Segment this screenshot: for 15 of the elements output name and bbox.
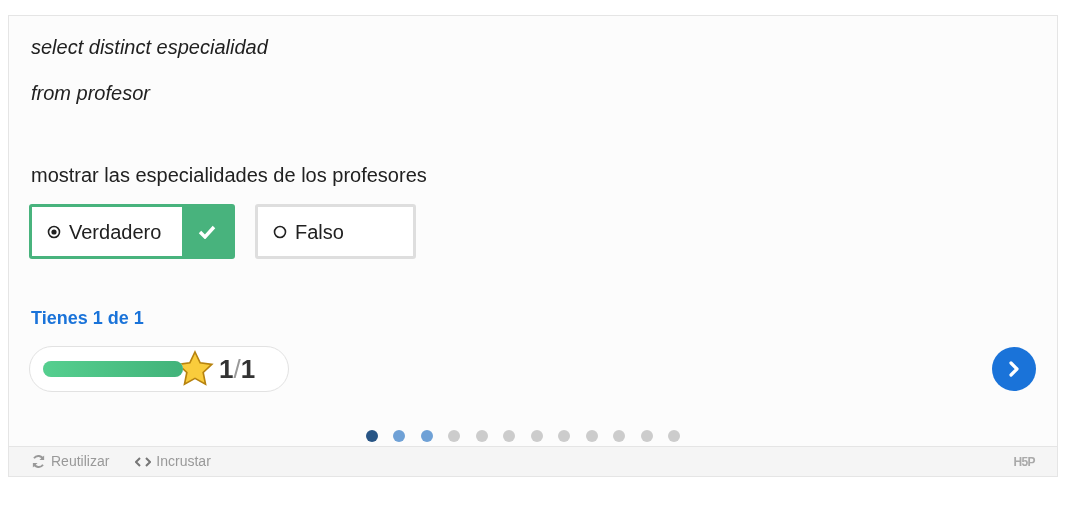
code-icon	[135, 455, 152, 468]
answer-option[interactable]: Falso	[255, 204, 416, 259]
radio-selected-icon	[47, 224, 61, 239]
code-line: from profesor	[31, 81, 152, 106]
chevron-right-icon	[1007, 361, 1021, 377]
refresh-icon	[31, 454, 46, 469]
question-text: mostrar las especialidades de los profesores	[31, 163, 428, 188]
check-icon	[198, 224, 216, 239]
feedback-text: Tienes 1 de 1	[31, 307, 145, 330]
score-text: 1/1	[219, 352, 256, 386]
radio-icon	[273, 224, 287, 239]
logo: H5P	[1013, 453, 1035, 471]
answer-option[interactable]: Verdadero	[29, 204, 235, 259]
next-button[interactable]	[992, 347, 1036, 391]
code-line: select distinct especialidad	[31, 35, 270, 60]
